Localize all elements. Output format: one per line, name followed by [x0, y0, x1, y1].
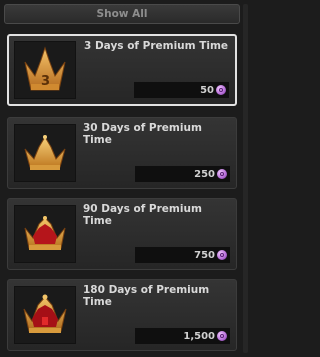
price-value: 250: [194, 168, 215, 180]
premium-coin-icon: [217, 331, 227, 341]
filter-label: Show All: [96, 8, 148, 20]
item-title: 180 Days of Premium Time: [83, 284, 210, 308]
price-box: 50: [134, 82, 229, 98]
price-value: 50: [200, 84, 214, 96]
show-all-filter[interactable]: Show All: [4, 4, 240, 24]
item-thumbnail: [14, 286, 76, 344]
premium-coin-icon: [217, 169, 227, 179]
item-title: 3 Days of Premium Time: [84, 40, 229, 52]
price-box: 1,500: [135, 328, 230, 344]
item-thumbnail: 3: [14, 41, 76, 99]
premium-item-180-days[interactable]: 180 Days of Premium Time 1,500: [7, 279, 237, 351]
item-thumbnail: [14, 124, 76, 182]
premium-coin-icon: [217, 250, 227, 260]
crown-icon: [24, 135, 66, 170]
item-title: 30 Days of Premium Time: [83, 122, 202, 146]
premium-item-90-days[interactable]: 90 Days of Premium Time 750: [7, 198, 237, 270]
scrollbar[interactable]: [243, 4, 248, 353]
price-box: 750: [135, 247, 230, 263]
price-box: 250: [135, 166, 230, 182]
item-thumbnail: [14, 205, 76, 263]
price-value: 1,500: [183, 330, 215, 342]
premium-coin-icon: [216, 85, 226, 95]
premium-item-3-days[interactable]: 3 3 Days of Premium Time 50: [7, 34, 237, 106]
premium-item-30-days[interactable]: 30 Days of Premium Time 250: [7, 117, 237, 189]
jeweled-crown-icon: [24, 216, 66, 250]
price-value: 750: [194, 249, 215, 261]
level-badge: 3: [41, 74, 51, 89]
item-title: 90 Days of Premium Time: [83, 203, 202, 227]
royal-crown-icon: [23, 294, 67, 333]
